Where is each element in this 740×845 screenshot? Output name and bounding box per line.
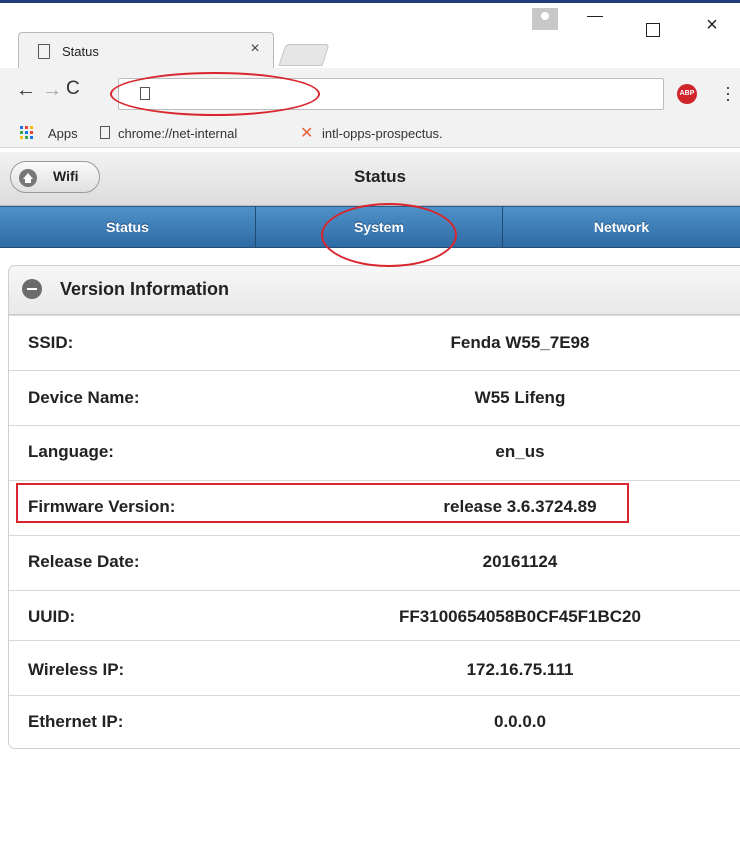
tab-title: Status: [62, 44, 99, 59]
row-label: SSID:: [28, 333, 74, 352]
row-label: Language:: [28, 442, 114, 461]
row-value: Fenda W55_7E98: [450, 333, 590, 352]
adblock-icon[interactable]: ABP: [677, 84, 697, 104]
annotation-circle-system: [321, 203, 457, 267]
back-icon[interactable]: ←: [16, 79, 36, 102]
page-icon: [38, 44, 50, 59]
page-title: Status: [354, 167, 406, 186]
row-value: 0.0.0.0: [494, 712, 546, 731]
reload-icon[interactable]: C: [66, 78, 80, 100]
annotation-circle-url: [110, 72, 320, 116]
bookmark-x-icon: ✕: [300, 125, 314, 142]
new-tab-button[interactable]: [278, 44, 330, 66]
minimize-icon[interactable]: [587, 16, 603, 17]
forward-icon[interactable]: →: [42, 79, 62, 102]
row-value: W55 Lifeng: [474, 388, 566, 407]
row-label: Device Name:: [28, 388, 140, 407]
tab-status[interactable]: Status: [0, 206, 255, 248]
row-value: 172.16.75.111: [466, 660, 574, 679]
annotation-box-firmware: [16, 483, 629, 523]
bookmark-prospectus[interactable]: intl-opps-prospectus.: [322, 126, 482, 141]
window-close-icon[interactable]: ×: [700, 14, 724, 37]
bookmark-net-internals[interactable]: chrome://net-internal: [118, 126, 284, 141]
row-value: FF3100654058B0CF45F1BC20: [399, 607, 641, 626]
apps-icon[interactable]: [20, 126, 34, 140]
row-label: UUID:: [28, 607, 76, 626]
row-label: Ethernet IP:: [28, 712, 124, 731]
row-label: Wireless IP:: [28, 660, 125, 679]
row-value: 20161124: [482, 552, 558, 571]
bookmark-apps[interactable]: Apps: [48, 126, 78, 141]
profile-icon[interactable]: [532, 8, 558, 30]
menu-icon[interactable]: · · ·: [723, 78, 733, 108]
tab-status[interactable]: [18, 32, 274, 68]
collapse-icon[interactable]: [22, 279, 42, 299]
tab-network[interactable]: Network: [503, 206, 740, 248]
row-value: en_us: [495, 442, 545, 461]
section-title: Version Information: [60, 279, 230, 299]
maximize-icon[interactable]: [646, 23, 660, 37]
row-label: Release Date:: [28, 552, 140, 571]
page-icon: [100, 126, 110, 139]
tab-close-icon[interactable]: ×: [246, 40, 264, 58]
window-top-border: [0, 0, 740, 3]
